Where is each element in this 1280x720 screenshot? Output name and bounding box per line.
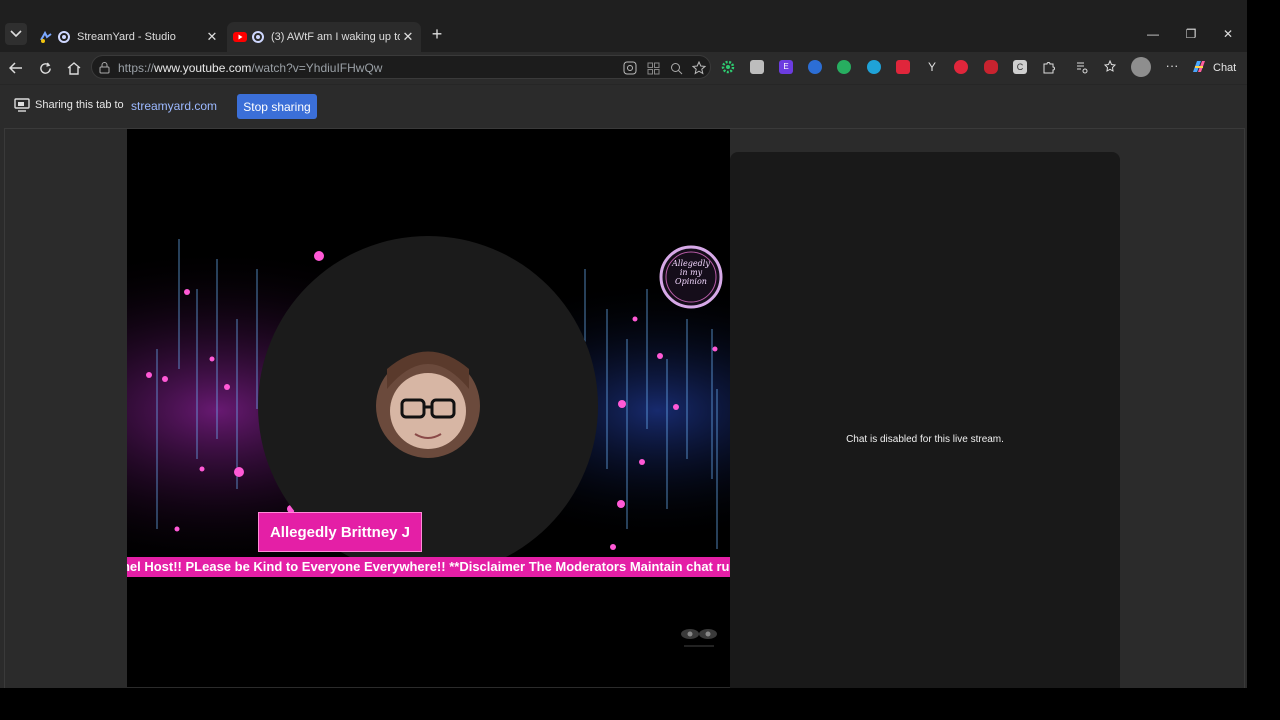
chat-disabled-message: Chat is disabled for this live stream. xyxy=(846,434,1004,445)
live-chat-panel: Chat is disabled for this live stream. xyxy=(730,152,1120,688)
teal-extension-icon[interactable] xyxy=(867,60,881,74)
logo-line: in my xyxy=(679,268,703,277)
url-text[interactable]: https://www.youtube.com/watch?v=YhdiuIFH… xyxy=(118,61,382,75)
favorite-star-icon[interactable] xyxy=(691,60,707,76)
home-icon[interactable] xyxy=(65,59,83,77)
ticker-text: nnel Host!! PLease be Kind to Everyone E… xyxy=(127,559,730,574)
screen-edge xyxy=(0,688,1280,720)
tab-streamyard[interactable]: StreamYard - Studio ✕ xyxy=(33,22,225,52)
sharing-status-text: Sharing this tab to xyxy=(35,99,124,111)
stream-background xyxy=(127,229,730,559)
tab-title: (3) AWtF am I waking up to?? xyxy=(271,31,400,43)
tab-youtube[interactable]: (3) AWtF am I waking up to?? ✕ xyxy=(227,22,421,52)
blue-circle-extension-icon[interactable] xyxy=(808,60,822,74)
close-window-button[interactable]: ✕ xyxy=(1220,26,1236,42)
streamyard-icon xyxy=(39,30,53,44)
close-icon[interactable]: ✕ xyxy=(204,29,220,45)
chat-label: Chat xyxy=(1213,62,1237,74)
scrolling-ticker: nnel Host!! PLease be Kind to Everyone E… xyxy=(127,557,730,577)
red-play-extension-icon[interactable] xyxy=(954,60,968,74)
tab-strip: StreamYard - Studio ✕ (3) AWtF am I waki… xyxy=(0,0,1247,52)
sparkle-extension-icon[interactable]: Y xyxy=(925,60,939,74)
back-icon[interactable] xyxy=(7,59,25,77)
green-gear-icon[interactable] xyxy=(721,60,735,74)
sharing-destination-link[interactable]: streamyard.com xyxy=(131,99,217,113)
media-control-icon[interactable] xyxy=(1075,60,1089,74)
favorites-icon[interactable] xyxy=(1103,59,1118,74)
minimize-button[interactable]: — xyxy=(1145,26,1161,42)
profile-avatar[interactable] xyxy=(1131,57,1151,77)
refresh-icon[interactable] xyxy=(36,59,54,77)
gray-square-extension-icon[interactable] xyxy=(750,60,764,74)
host-name-card: Allegedly Brittney J xyxy=(258,512,422,552)
sharing-infobar: Sharing this tab to streamyard.com Stop … xyxy=(0,84,1247,127)
url-scheme: https:// xyxy=(118,61,155,75)
red-hand-extension-icon[interactable] xyxy=(984,60,998,74)
app-available-icon[interactable] xyxy=(622,60,638,76)
new-tab-button[interactable]: + xyxy=(428,25,446,44)
purple-extension-icon[interactable]: E xyxy=(779,60,793,74)
zoom-icon[interactable] xyxy=(668,60,684,76)
recording-icon xyxy=(58,31,70,43)
logo-line: Opinion xyxy=(675,277,707,286)
logo-line: Allegedly xyxy=(672,259,710,268)
puzzle-icon[interactable] xyxy=(1042,60,1056,74)
url-path: /watch?v=YhdiuIFHwQw xyxy=(251,61,383,75)
apps-grid-icon[interactable] xyxy=(645,60,661,76)
watermark-eyes-icon xyxy=(678,624,720,650)
stop-sharing-button[interactable]: Stop sharing xyxy=(237,94,317,119)
green-circle-extension-icon[interactable] xyxy=(837,60,851,74)
more-options-icon[interactable]: ··· xyxy=(1163,59,1181,74)
screen-edge xyxy=(1247,0,1280,720)
close-icon[interactable]: ✕ xyxy=(400,29,416,45)
gray-c-extension-icon[interactable]: C xyxy=(1013,60,1027,74)
tab-actions-menu[interactable] xyxy=(5,23,27,45)
copilot-icon xyxy=(1190,58,1208,79)
lock-icon[interactable] xyxy=(99,61,110,79)
youtube-icon xyxy=(233,30,247,44)
url-host: www.youtube.com xyxy=(154,61,252,75)
address-bar[interactable]: https://www.youtube.com/watch?v=YhdiuIFH… xyxy=(91,55,711,79)
toolbar: https://www.youtube.com/watch?v=YhdiuIFH… xyxy=(0,52,1247,84)
screen-share-icon xyxy=(14,98,30,112)
copilot-chat-button[interactable]: Chat xyxy=(1190,58,1236,78)
chevron-down-icon xyxy=(10,25,22,43)
red-speech-extension-icon[interactable] xyxy=(896,60,910,74)
restore-button[interactable]: ❐ xyxy=(1183,26,1199,42)
channel-logo: Allegedly in my Opinion xyxy=(669,259,713,286)
video-player[interactable]: Allegedly in my Opinion Allegedly Brittn… xyxy=(127,129,730,687)
tab-title: StreamYard - Studio xyxy=(77,31,176,43)
recording-icon xyxy=(252,31,264,43)
